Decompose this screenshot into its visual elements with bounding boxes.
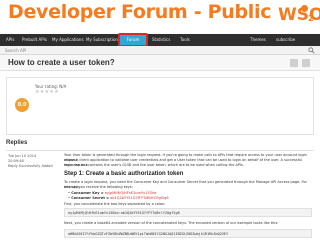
slide-title: Developer Forum - Public bbox=[8, 1, 272, 23]
search-input[interactable]: Search API bbox=[5, 46, 26, 55]
consumer-secret-item: • Consumer Secret = ab1Q2bYY51G7fFYTdBrl… bbox=[68, 196, 169, 200]
base64-code: aHBkS0IIYlFhbGZQTzFZbVBhZWZNRzNBY1piTmh6… bbox=[64, 229, 312, 238]
nav-item-subscribe[interactable]: subscribe bbox=[276, 34, 295, 46]
reply-date: Tue Jun 10 2014 bbox=[8, 154, 37, 158]
delete-icon[interactable] bbox=[302, 59, 310, 67]
base64-text: Next, you create a base64-encoded versio… bbox=[64, 221, 279, 225]
consumer-key-value: eyJpMiMjQlHFhE1umYx13Oke bbox=[104, 191, 157, 195]
nav-item-statistics[interactable]: Statistics bbox=[152, 34, 170, 46]
nav-item-themes[interactable]: Themes bbox=[250, 34, 266, 46]
nav-item-forum-label: Forum bbox=[126, 37, 140, 42]
nav-item-my-subscriptions[interactable]: My Subscriptions bbox=[86, 34, 120, 46]
step1-title: Step 1: Create a basic authorization tok… bbox=[64, 171, 184, 177]
reply-status: Reply Successfully Added bbox=[8, 164, 53, 168]
search-bar[interactable]: Search API bbox=[0, 46, 320, 55]
main-nav: APIs Prebuilt APIs My Applications My Su… bbox=[0, 34, 320, 46]
concat-code: eyJpMiMjQlHfhE1umYx13Oke:ab1Q2bYY51G7fFY… bbox=[64, 208, 312, 217]
slide-header: Developer Forum - Public WSO 2 bbox=[0, 0, 320, 34]
consumer-key-label: Consumer Key = bbox=[71, 191, 104, 195]
consumer-key-item: • Consumer Key = eyJpMiMjQlHFhE1umYx13Ok… bbox=[68, 191, 157, 195]
nav-item-forum[interactable]: Forum bbox=[118, 33, 148, 47]
nav-item-tools[interactable]: Tools bbox=[180, 34, 190, 46]
wso2-logo: WSO 2 bbox=[278, 4, 320, 26]
consumer-secret-label: Consumer Secret = bbox=[71, 196, 110, 200]
question-header: How to create a user token? bbox=[0, 55, 320, 71]
edit-icon[interactable] bbox=[290, 59, 298, 67]
reply-intro-line-3: login request contains the user's GUID a… bbox=[64, 163, 244, 167]
rating-stars[interactable]: ★★★★★ bbox=[35, 89, 59, 95]
rating-score: 0.0 bbox=[15, 98, 29, 112]
nav-item-prebuilt-apis[interactable]: Prebuilt APIs bbox=[22, 34, 47, 46]
reply-item: Tue Jun 10 2014 20:09:48 Reply Successfu… bbox=[6, 150, 314, 240]
logo-text: WSO bbox=[278, 5, 320, 25]
question-title: How to create a user token? bbox=[8, 58, 115, 67]
rating-panel: 0.0 Your rating: N/A ★★★★★ bbox=[6, 77, 314, 135]
step1-text-2: lets say you receive the following keys: bbox=[64, 185, 133, 189]
reply-time: 20:09:48 bbox=[8, 159, 24, 163]
logo-subscript: 2 bbox=[308, 14, 314, 23]
concat-text: First, you concatenate the two keys sepa… bbox=[64, 202, 166, 206]
logo-dot-icon bbox=[301, 5, 308, 12]
search-icon[interactable] bbox=[308, 47, 315, 54]
consumer-secret-value: ab1Q2bYY51G7fFYTdBrlf2Ogf2g6 bbox=[110, 196, 169, 200]
nav-item-my-applications[interactable]: My Applications bbox=[52, 34, 84, 46]
replies-heading: Replies bbox=[6, 140, 28, 146]
nav-item-apis[interactable]: APIs bbox=[6, 34, 14, 46]
